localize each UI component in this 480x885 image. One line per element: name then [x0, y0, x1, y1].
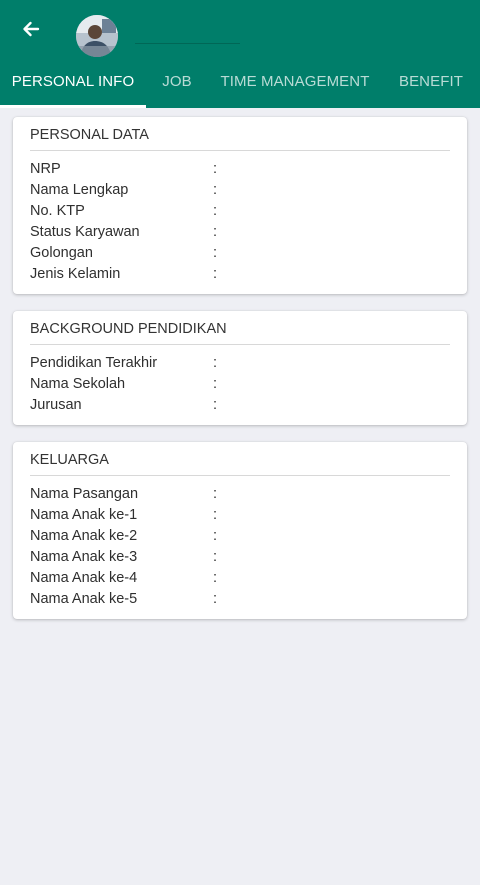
tab-time-management[interactable]: TIME MANAGEMENT: [208, 62, 382, 108]
back-arrow-icon[interactable]: [16, 14, 46, 44]
field-separator: :: [213, 224, 218, 240]
keluarga-card: KELUARGA Nama Pasangan : Nama Anak ke-1 …: [13, 442, 467, 619]
divider: [30, 475, 450, 476]
field-separator: :: [213, 591, 218, 607]
field-separator: :: [213, 507, 218, 523]
field-separator: :: [213, 376, 218, 392]
field-label: Nama Anak ke-1: [30, 507, 138, 523]
field-label: NRP: [30, 161, 61, 177]
personal-data-card: PERSONAL DATA NRP : Nama Lengkap : No. K…: [13, 117, 467, 294]
app-bar: PERSONAL INFO JOB TIME MANAGEMENT BENEFI…: [0, 0, 480, 108]
field-label: Nama Sekolah: [30, 376, 126, 392]
background-pendidikan-card: BACKGROUND PENDIDIKAN Pendidikan Terakhi…: [13, 311, 467, 425]
field-label: Jenis Kelamin: [30, 266, 121, 282]
user-name-placeholder: [135, 43, 240, 44]
card-title: BACKGROUND PENDIDIKAN: [30, 321, 227, 337]
card-title: PERSONAL DATA: [30, 127, 149, 143]
tab-benefit[interactable]: BENEFIT: [382, 62, 480, 108]
field-separator: :: [213, 528, 218, 544]
field-label: Pendidikan Terakhir: [30, 355, 158, 371]
field-separator: :: [213, 355, 218, 371]
tab-personal-info[interactable]: PERSONAL INFO: [0, 62, 146, 108]
field-label: Golongan: [30, 245, 93, 261]
field-label: No. KTP: [30, 203, 85, 219]
field-separator: :: [213, 245, 218, 261]
field-label: Nama Anak ke-4: [30, 570, 138, 586]
field-label: Nama Anak ke-2: [30, 528, 138, 544]
card-title: KELUARGA: [30, 452, 109, 468]
field-separator: :: [213, 161, 218, 177]
field-label: Nama Lengkap: [30, 182, 129, 198]
field-separator: :: [213, 203, 218, 219]
field-label: Nama Anak ke-5: [30, 591, 138, 607]
field-separator: :: [213, 570, 218, 586]
active-tab-indicator: [0, 105, 146, 108]
field-separator: :: [213, 397, 218, 413]
divider: [30, 344, 450, 345]
field-separator: :: [213, 182, 218, 198]
field-label: Nama Pasangan: [30, 486, 139, 502]
tab-bar: PERSONAL INFO JOB TIME MANAGEMENT BENEFI…: [0, 62, 480, 108]
avatar[interactable]: [76, 15, 118, 57]
field-separator: :: [213, 486, 218, 502]
field-label: Jurusan: [30, 397, 82, 413]
field-separator: :: [213, 266, 218, 282]
field-label: Nama Anak ke-3: [30, 549, 138, 565]
tab-job[interactable]: JOB: [146, 62, 208, 108]
divider: [30, 150, 450, 151]
field-separator: :: [213, 549, 218, 565]
field-label: Status Karyawan: [30, 224, 140, 240]
